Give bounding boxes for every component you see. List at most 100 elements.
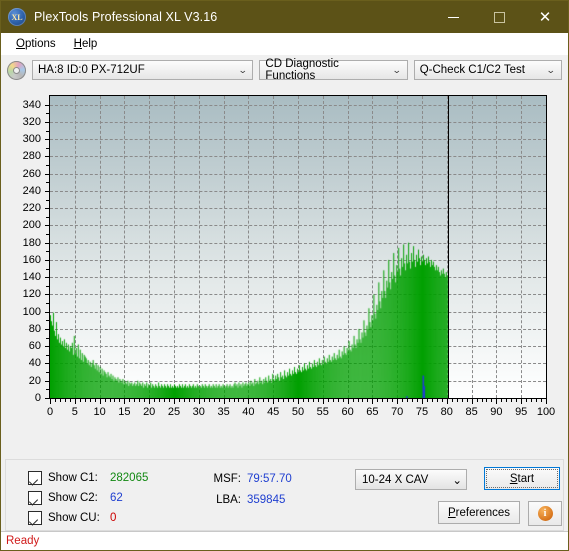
x-axis-minor-tick: [119, 399, 121, 402]
maximize-button[interactable]: [476, 1, 522, 33]
x-axis-tick: [174, 399, 175, 404]
x-axis-minor-tick: [144, 399, 146, 402]
x-axis-minor-tick: [104, 399, 106, 402]
x-axis-minor-tick: [511, 399, 513, 402]
close-button[interactable]: ✕: [522, 1, 568, 33]
x-axis-minor-tick: [79, 399, 81, 402]
msf-row: MSF: 79:57.70: [199, 468, 292, 489]
test-select[interactable]: Q-Check C1/C2 Test ⌄: [413, 60, 562, 80]
x-axis-tick: [422, 399, 423, 404]
x-axis-minor-tick: [451, 399, 453, 402]
chevron-down-icon: ⌄: [452, 474, 462, 487]
function-select-value: CD Diagnostic Functions: [265, 58, 339, 82]
x-axis-tick-label: 30: [192, 406, 205, 418]
x-axis-tick-label: 95: [515, 406, 528, 418]
x-axis-minor-tick: [84, 399, 86, 402]
menu-item-help[interactable]: Help: [65, 36, 107, 52]
show-c2-label: Show C2:: [48, 492, 98, 504]
y-axis-tick-label: 120: [22, 288, 41, 301]
x-axis-minor-tick: [218, 399, 220, 402]
x-axis-tick-label: 65: [366, 406, 379, 418]
show-cu-row: Show CU: 0: [28, 508, 148, 528]
status-bar: Ready: [1, 531, 568, 550]
x-axis-minor-tick: [258, 399, 260, 402]
start-button[interactable]: Start: [484, 467, 560, 490]
x-axis-minor-tick: [481, 399, 483, 402]
disc-icon: [7, 60, 26, 80]
y-axis-tick-label: 340: [22, 98, 41, 111]
show-c1-label: Show C1:: [48, 472, 98, 484]
x-axis-tick: [124, 399, 126, 404]
x-axis-minor-tick: [461, 399, 463, 402]
menu-item-help-label: elp: [81, 38, 98, 50]
menu-item-options[interactable]: Options: [7, 36, 65, 52]
x-axis-minor-tick: [94, 399, 96, 402]
x-axis-minor-tick: [486, 399, 488, 402]
x-axis-minor-tick: [89, 399, 91, 402]
x-axis-minor-tick: [233, 399, 235, 402]
title-bar: XL PlexTools Professional XL V3.16 ✕: [1, 1, 568, 33]
x-axis-tick: [471, 399, 473, 404]
x-axis-tick: [546, 399, 547, 404]
info-icon: i: [537, 506, 553, 521]
x-axis-tick-label: 5: [71, 406, 78, 418]
x-axis-minor-tick: [139, 399, 141, 402]
plot-area: [49, 95, 547, 399]
results-panel: Show C1: 282065 Show C2: 62 Show CU: 0 M…: [5, 459, 564, 531]
x-axis-minor-tick: [506, 399, 508, 402]
show-cu-checkbox[interactable]: [28, 511, 42, 525]
y-axis-tick-label: 300: [22, 133, 41, 146]
function-select[interactable]: CD Diagnostic Functions ⌄: [259, 58, 408, 82]
chevron-down-icon: ⌄: [392, 64, 402, 75]
x-axis-minor-tick: [491, 399, 493, 402]
x-axis-minor-tick: [278, 399, 280, 402]
lba-value: 359845: [247, 493, 286, 506]
x-axis-minor-tick: [337, 399, 339, 402]
x-axis-tick-label: 50: [291, 406, 305, 418]
x-axis-minor-tick: [352, 399, 354, 402]
c2-value: 62: [110, 492, 123, 504]
show-c1-checkbox[interactable]: [28, 471, 42, 485]
y-axis: 0 20 40 60 80 100 120 140 160 180 200 220 240 260 280 3…: [1, 95, 49, 404]
plextools-window: XL PlexTools Professional XL V3.16 ✕ Opt…: [0, 0, 569, 551]
y-axis-tick-label: 160: [22, 253, 41, 266]
x-axis-tick: [298, 399, 299, 404]
x-axis-minor-tick: [412, 399, 414, 402]
x-axis-tick-label: 55: [316, 406, 329, 418]
msf-label: MSF:: [213, 472, 241, 485]
info-button[interactable]: i: [528, 501, 562, 526]
x-axis-minor-tick: [526, 399, 528, 402]
x-axis-tick-label: 45: [267, 406, 280, 418]
speed-select[interactable]: 10-24 X CAV ⌄: [355, 469, 467, 490]
lba-label: LBA:: [216, 493, 241, 506]
preferences-button[interactable]: Preferences: [438, 501, 520, 524]
x-axis-tick-label: 80: [440, 406, 453, 418]
status-text: Ready: [6, 535, 40, 547]
minimize-button[interactable]: [430, 1, 476, 33]
x-axis-minor-tick: [466, 399, 468, 402]
x-axis-minor-tick: [312, 399, 314, 402]
x-axis-tick-label: 20: [143, 406, 156, 418]
x-axis-minor-tick: [501, 399, 503, 402]
lba-row: LBA: 359845: [199, 489, 292, 510]
x-axis-minor-tick: [317, 399, 319, 402]
close-icon: ✕: [538, 8, 552, 26]
x-axis-tick: [521, 399, 523, 404]
show-cu-label: Show CU:: [48, 512, 100, 524]
x-axis-minor-tick: [516, 399, 518, 402]
series-toggles: Show C1: 282065 Show C2: 62 Show CU: 0: [28, 468, 148, 528]
y-axis-tick-label: 180: [22, 236, 41, 249]
x-axis-minor-tick: [134, 399, 136, 402]
x-axis-minor-tick: [392, 399, 394, 402]
x-axis-minor-tick: [169, 399, 171, 402]
y-axis-tick-label: 260: [22, 167, 41, 180]
y-axis-tick-label: 240: [22, 184, 41, 197]
x-axis-tick-label: 35: [217, 406, 230, 418]
x-axis-tick-label: 15: [118, 406, 131, 418]
window-controls: ✕: [430, 1, 568, 33]
y-axis-tick-label: 100: [22, 305, 41, 318]
c1-value: 282065: [110, 472, 149, 484]
drive-select[interactable]: HA:8 ID:0 PX-712UF ⌄: [32, 60, 254, 80]
show-c2-checkbox[interactable]: [28, 491, 42, 505]
x-axis-minor-tick: [243, 399, 245, 402]
